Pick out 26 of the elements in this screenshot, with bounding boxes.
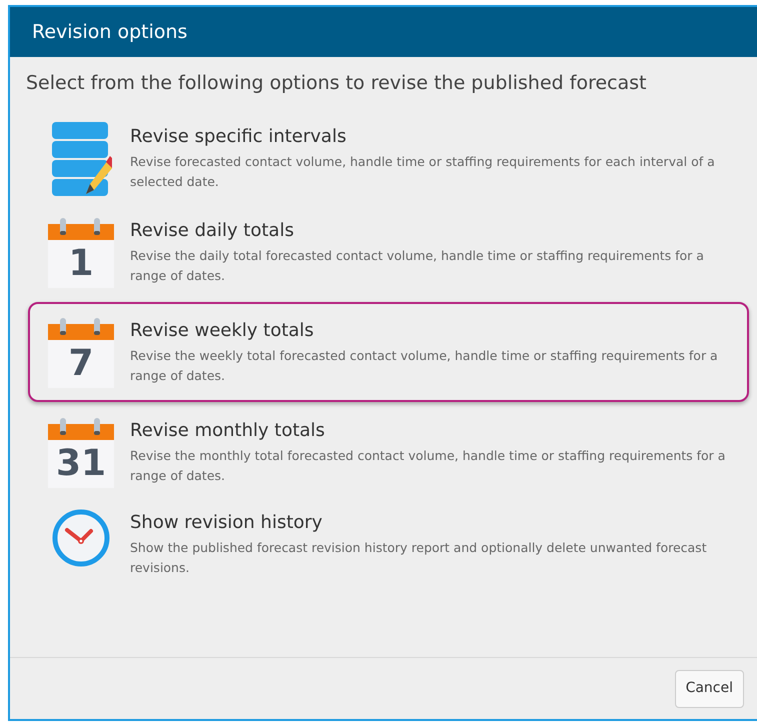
- option-item[interactable]: Show revision history Show the published forecast revision history report and optionally delete unwanted forecast revisions.: [28, 502, 749, 584]
- option-title: Revise specific intervals: [130, 124, 348, 148]
- option-description: Revise the monthly total forecasted contact volume, handle time or staffing requirements for a range of dates.: [130, 446, 726, 485]
- calendar-day: 31: [56, 446, 106, 482]
- option-title: Show revision history: [130, 510, 324, 534]
- option-item[interactable]: 31 Revise monthly totals Revise the monthly total forecasted contact volume, handle time or staffing requirements for a range of dates.: [28, 410, 749, 494]
- option-item[interactable]: Revise specific intervals Revise forecasted contact volume, handle time or staffing requirements for each interval of a selected date.: [28, 116, 749, 202]
- option-item[interactable]: 7 Revise weekly totals Revise the weekly total forecasted contact volume, handle time or staffing requirements for a range of dates.: [28, 302, 749, 402]
- clock-icon: [51, 508, 111, 568]
- option-description: Revise forecasted contact volume, handle time or staffing requirements for each interval of a selected date.: [130, 152, 716, 190]
- calendar-icon: [48, 218, 114, 288]
- option-description: Revise the daily total forecasted contact volume, handle time or staffing requirements for a range of dates.: [130, 246, 705, 285]
- database-pencil-icon: [50, 122, 112, 196]
- calendar-icon: [48, 318, 114, 388]
- option-description: Revise the weekly total forecasted contact volume, handle time or staffing requirements for a range of dates.: [130, 346, 719, 385]
- option-description: Show the published forecast revision history report and optionally delete unwanted forecast revisions.: [130, 538, 708, 576]
- cancel-button[interactable]: Cancel: [674, 670, 744, 708]
- option-title: Revise daily totals: [130, 218, 295, 242]
- option-item[interactable]: 1 Revise daily totals Revise the daily total forecasted contact volume, handle time or staffing requirements for a range of dates.: [28, 210, 749, 294]
- option-title: Revise monthly totals: [130, 418, 326, 442]
- option-title: Revise weekly totals: [130, 318, 315, 342]
- calendar-day: 1: [68, 246, 94, 282]
- calendar-day: 7: [68, 346, 94, 382]
- instruction-text: Select from the following options to revise the published forecast: [26, 72, 646, 94]
- dialog-title: Revision options: [32, 20, 188, 45]
- calendar-icon: [48, 418, 114, 488]
